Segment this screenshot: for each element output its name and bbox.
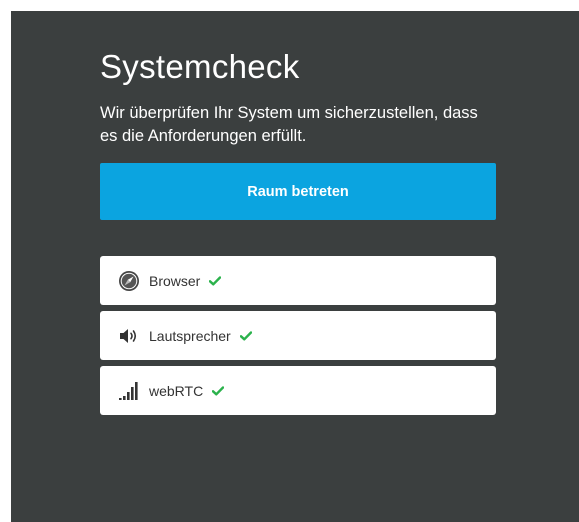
- check-item-speaker: Lautsprecher: [100, 311, 496, 360]
- systemcheck-panel: Systemcheck Wir überprüfen Ihr System um…: [11, 11, 579, 522]
- enter-room-button[interactable]: Raum betreten: [100, 163, 496, 220]
- check-label-browser: Browser: [149, 272, 201, 289]
- check-label-speaker: Lautsprecher: [149, 327, 231, 344]
- check-item-browser: Browser: [100, 256, 496, 305]
- compass-icon: [117, 269, 141, 293]
- page-description: Wir überprüfen Ihr System um sicherzuste…: [100, 104, 478, 145]
- check-label-webrtc: webRTC: [149, 382, 204, 399]
- signal-bars-icon: [117, 379, 141, 403]
- check-list: Browser Lautsprecher webRTC: [100, 256, 496, 415]
- speaker-icon: [117, 324, 141, 348]
- checkmark-icon: [212, 385, 225, 396]
- page-title: Systemcheck: [100, 48, 300, 85]
- checkmark-icon: [209, 275, 222, 286]
- checkmark-icon: [239, 330, 252, 341]
- systemcheck-content: Systemcheck Wir überprüfen Ihr System um…: [100, 47, 496, 421]
- check-item-webrtc: webRTC: [100, 366, 496, 415]
